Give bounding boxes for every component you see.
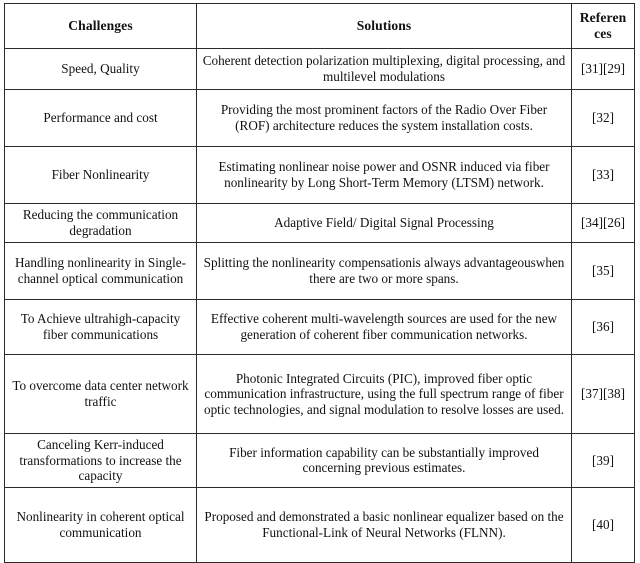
table-row: Speed, Quality Coherent detection polariz…: [4, 48, 635, 91]
solution-cell: Estimating nonlinear noise power and OSN…: [196, 146, 572, 205]
table-header: Challenges Solutions Referen ces: [4, 2, 635, 50]
challenge-cell: Handling nonlinearity in Single-channel …: [4, 242, 197, 301]
column-header-references: Referen ces: [571, 2, 635, 50]
reference-cell: [35]: [571, 242, 635, 301]
reference-cell: [31][29]: [571, 48, 635, 91]
reference-cell: [36]: [571, 299, 635, 356]
solution-cell: Proposed and demonstrated a basic nonlin…: [196, 486, 572, 563]
challenge-cell: Fiber Nonlinearity: [4, 146, 197, 205]
challenge-cell: Canceling Kerr-induced transformations t…: [4, 433, 197, 488]
table-row: To Achieve ultrahigh-capacity fiber comm…: [4, 299, 635, 356]
solution-cell: Coherent detection polarization multiple…: [196, 48, 572, 91]
table-row: Reducing the communication degradation Ad…: [4, 203, 635, 244]
table-header-row: Challenges Solutions Referen ces: [4, 2, 635, 50]
solution-cell: Effective coherent multi-wavelength sour…: [196, 299, 572, 356]
column-header-solutions: Solutions: [196, 2, 572, 50]
table-row: Performance and cost Providing the most p…: [4, 89, 635, 148]
challenge-cell: Reducing the communication degradation: [4, 203, 197, 244]
challenges-solutions-table: Challenges Solutions Referen ces Speed, …: [4, 2, 635, 563]
column-header-challenges: Challenges: [4, 2, 197, 50]
solution-cell: Providing the most prominent factors of …: [196, 89, 572, 148]
table-row: Handling nonlinearity in Single-channel …: [4, 242, 635, 301]
reference-cell: [34][26]: [571, 203, 635, 244]
table-body: Speed, Quality Coherent detection polariz…: [4, 48, 635, 563]
challenge-cell: Nonlinearity in coherent optical communi…: [4, 486, 197, 563]
table-row: Fiber Nonlinearity Estimating nonlinear n…: [4, 146, 635, 205]
challenge-cell: To Achieve ultrahigh-capacity fiber comm…: [4, 299, 197, 356]
table-row: Nonlinearity in coherent optical communi…: [4, 486, 635, 563]
table-row: Canceling Kerr-induced transformations t…: [4, 433, 635, 488]
reference-cell: [32]: [571, 89, 635, 148]
challenge-cell: To overcome data center network traffic: [4, 354, 197, 435]
solution-cell: Splitting the nonlinearity compensationi…: [196, 242, 572, 301]
solution-cell: Adaptive Field/ Digital Signal Processin…: [196, 203, 572, 244]
solution-cell: Fiber information capability can be subs…: [196, 433, 572, 488]
challenge-cell: Performance and cost: [4, 89, 197, 148]
reference-cell: [39]: [571, 433, 635, 488]
table-row: To overcome data center network traffic P…: [4, 354, 635, 435]
challenge-cell: Speed, Quality: [4, 48, 197, 91]
reference-cell: [33]: [571, 146, 635, 205]
document-page: Challenges Solutions Referen ces Speed, …: [0, 0, 640, 563]
solution-cell: Photonic Integrated Circuits (PIC), impr…: [196, 354, 572, 435]
reference-cell: [37][38]: [571, 354, 635, 435]
reference-cell: [40]: [571, 486, 635, 563]
